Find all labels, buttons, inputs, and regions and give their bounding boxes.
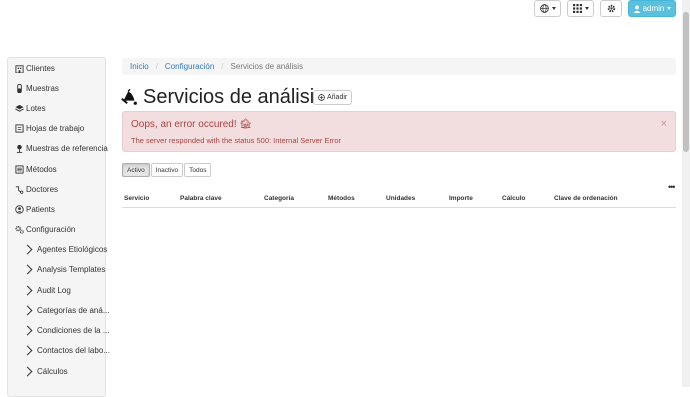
sidebar-item-lotes[interactable]: Lotes [15,101,46,115]
sidebar-subitem-label: Agentes Etiológicos [37,244,108,254]
add-button[interactable]: Añadir [313,90,353,105]
top-navbar: admin [0,0,690,52]
sidebar-item-muestras-de-referencia[interactable]: Muestras de referencia [15,141,108,155]
layers-icon [15,104,24,113]
page-header: Servicios de análisis [120,84,324,110]
sidebar-subitem-label: Audit Log [37,285,71,295]
sidebar-item-label: Lotes [26,103,46,113]
filter-inactive-button[interactable]: Inactivo [150,163,184,177]
user-icon [633,4,640,13]
sidebar-subitem-calculos[interactable]: Cálculos [22,364,68,378]
filter-active-button[interactable]: Activo [122,163,150,177]
filter-button-group: Activo Inactivo Todos [122,163,212,177]
gears-icon [15,225,24,234]
error-alert: Oops, an error occured! 🏚 The server res… [122,111,676,152]
chevron-right-icon [22,325,33,335]
sidebar-item-label: Clientes [26,63,55,73]
sidebar-subitem-label: Cálculos [37,366,68,376]
gear-icon [607,4,615,13]
page-scrollbar[interactable] [682,0,690,387]
globe-icon [539,4,549,13]
chevron-down-icon [584,7,589,10]
sidebar-item-patients[interactable]: Patients [15,202,55,216]
sidebar-item-label: Métodos [26,164,57,174]
sidebar-item-clientes[interactable]: Clientes [15,61,55,75]
plus-circle-icon [318,94,325,101]
more-options-icon[interactable]: ••• [668,182,676,192]
alert-heading: Oops, an error occured! 🏚 [131,119,253,130]
column-header-unidades[interactable]: Unidades [386,195,415,202]
sidebar-subitem-agentes-etiologicos[interactable]: Agentes Etiológicos [22,242,108,256]
sidebar-subitem-label: Contactos del labo... [37,345,110,355]
worksheet-icon [15,123,24,133]
chevron-right-icon [22,345,33,355]
sample-icon [15,83,24,93]
breadcrumb-home-link[interactable]: Inicio [130,62,149,71]
doctor-icon [15,185,24,194]
breadcrumb-config-link[interactable]: Configuración [165,62,214,71]
list-icon [15,164,24,174]
column-header-categoria[interactable]: Categoría [264,195,294,202]
grid-icon [572,4,582,13]
sidebar-subitem-label: Analysis Templates [37,264,106,274]
sidebar-subitem-audit-log[interactable]: Audit Log [22,283,71,297]
sidebar-subitem-condiciones[interactable]: Condiciones de la ... [22,323,110,337]
column-header-servicio[interactable]: Servicio [124,195,149,202]
filter-all-button[interactable]: Todos [184,163,212,177]
reference-icon [15,144,24,153]
chevron-down-icon [667,7,672,10]
alert-message: The server responded with the status 500… [131,136,342,145]
sidebar-subitem-categorias[interactable]: Categorías de aná... [22,303,110,317]
sidebar-item-label: Configuración [26,224,76,234]
sidebar-subitem-contactos[interactable]: Contactos del labo... [22,343,110,357]
scrollbar-thumb[interactable] [683,12,689,152]
column-header-importe[interactable]: Importe [449,195,473,202]
user-menu-label: admin [642,4,665,13]
column-header-clave-de-ordenacion[interactable]: Clave de ordenación [554,195,618,202]
page-title: Servicios de análisis [143,85,325,108]
chevron-right-icon [22,285,33,295]
column-header-palabra-clave[interactable]: Palabra clave [180,195,222,202]
sidebar-item-configuracion[interactable]: Configuración [15,222,75,236]
sidebar-item-label: Muestras de referencia [26,143,108,153]
add-button-label: Añadir [327,94,348,101]
sidebar-subitem-label: Condiciones de la ... [37,325,110,335]
sidebar-item-muestras[interactable]: Muestras [15,81,59,95]
language-button[interactable] [534,0,561,17]
sidebar-item-hojas-de-trabajo[interactable]: Hojas de trabajo [15,121,84,135]
apps-button[interactable] [567,0,594,17]
chevron-right-icon [22,244,33,254]
patient-icon [15,204,24,214]
sidebar-item-label: Hojas de trabajo [26,123,85,133]
user-menu-button[interactable]: admin [628,0,676,17]
bell-icon [121,88,137,105]
sidebar-item-metodos[interactable]: Métodos [15,162,57,176]
sidebar-item-label: Patients [26,204,55,214]
sidebar-item-label: Muestras [26,83,59,93]
close-icon[interactable]: × [661,118,667,130]
chevron-down-icon [551,7,556,10]
chevron-right-icon [22,366,33,376]
sidebar-item-label: Doctores [26,184,59,194]
column-header-calculo[interactable]: Cálculo [502,195,525,202]
chevron-right-icon [22,305,33,315]
sidebar-subitem-analysis-templates[interactable]: Analysis Templates [22,262,106,276]
chevron-right-icon [22,264,33,274]
settings-button[interactable] [600,0,622,17]
breadcrumb-separator: / [155,62,158,71]
sidebar-item-doctores[interactable]: Doctores [15,182,58,196]
sidebar-subitem-label: Categorías de aná... [37,305,110,315]
breadcrumb-separator: / [221,62,224,71]
building-icon [15,64,24,73]
table-header: Servicio Palabra clave Categoría Métodos… [122,193,676,208]
breadcrumb-current: Servicios de análisis [230,62,304,71]
breadcrumb: Inicio / Configuración / Servicios de an… [122,58,676,75]
column-header-metodos[interactable]: Métodos [328,195,355,202]
